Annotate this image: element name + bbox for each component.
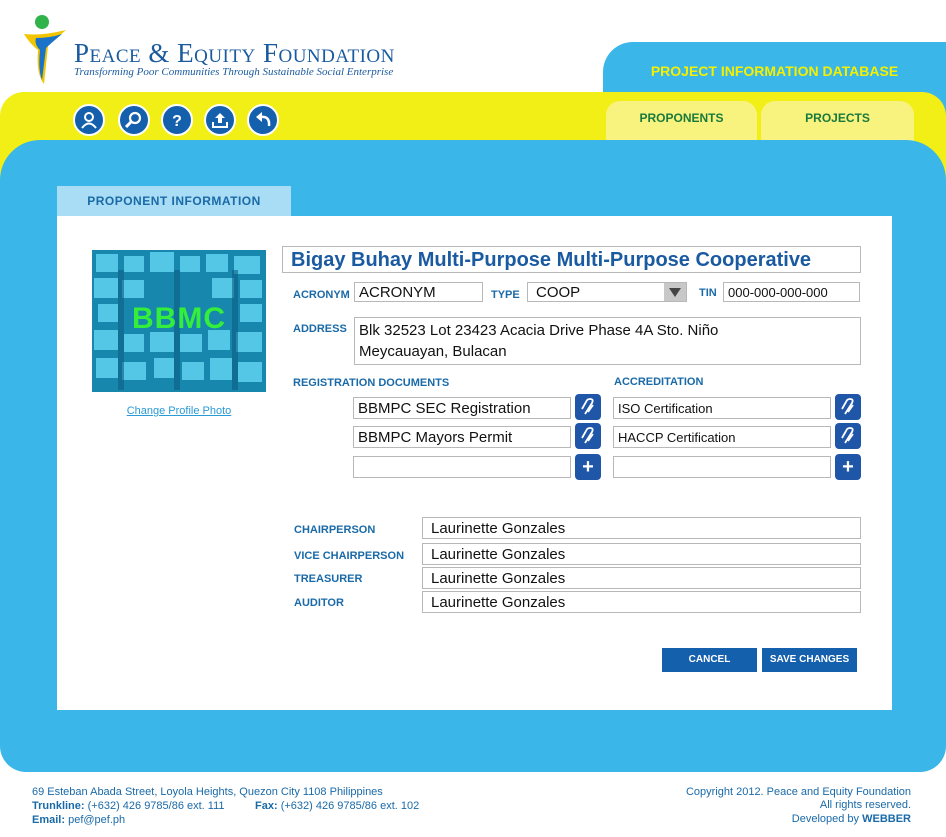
footer-developer: Developed by WEBBER — [792, 813, 911, 825]
paperclip-icon — [841, 398, 854, 415]
email-value[interactable]: pef@pef.ph — [68, 814, 125, 826]
developer-name[interactable]: WEBBER — [862, 813, 911, 825]
svg-text:?: ? — [172, 113, 182, 130]
registration-label: REGISTRATION DOCUMENTS — [293, 377, 450, 389]
type-label: TYPE — [491, 289, 520, 301]
upload-icon — [212, 113, 228, 128]
acronym-field[interactable]: ACRONYM — [354, 282, 483, 302]
tin-label: TIN — [699, 287, 717, 299]
photo-text: BBMC — [132, 302, 226, 335]
proponent-name-field[interactable]: Bigay Buhay Multi-Purpose Multi-Purpose … — [282, 246, 861, 273]
tab-projects[interactable]: PROJECTS — [761, 101, 914, 141]
tin-field[interactable]: 000-000-000-000 — [723, 282, 860, 302]
treasurer-field[interactable]: Laurinette Gonzales — [422, 567, 861, 589]
address-line-1: Blk 32523 Lot 23423 Acacia Drive Phase 4… — [359, 322, 719, 339]
fax-label: Fax: — [255, 800, 278, 812]
footer-rights: All rights reserved. — [819, 799, 911, 811]
chevron-down-icon — [664, 283, 686, 301]
address-field[interactable]: Blk 32523 Lot 23423 Acacia Drive Phase 4… — [354, 317, 861, 365]
attach-button[interactable] — [575, 394, 601, 420]
profile-photo: BBMC — [92, 250, 266, 392]
officer-role-label: AUDITOR — [294, 597, 344, 609]
type-value: COOP — [536, 284, 581, 301]
footer-trunkline: Trunkline: (+632) 426 9785/86 ext. 111 — [32, 800, 225, 812]
tab-proponents[interactable]: PROPONENTS — [606, 101, 757, 141]
back-icon — [256, 112, 271, 127]
officer-role-label: CHAIRPERSON — [294, 524, 376, 536]
paperclip-icon — [581, 398, 594, 415]
auditor-field[interactable]: Laurinette Gonzales — [422, 591, 861, 613]
footer-address: 69 Esteban Abada Street, Loyola Heights,… — [32, 786, 383, 798]
officer-role-label: VICE CHAIRPERSON — [294, 550, 405, 562]
address-label: ADDRESS — [293, 323, 347, 335]
add-accreditation-button[interactable]: + — [835, 454, 861, 480]
panel-tab[interactable]: PROPONENT INFORMATION — [57, 186, 291, 216]
attach-button[interactable] — [835, 394, 861, 420]
accreditation-label: ACCREDITATION — [614, 376, 704, 388]
accreditation-doc-new[interactable] — [613, 456, 831, 478]
plus-icon: + — [842, 456, 854, 478]
accreditation-doc-1[interactable]: ISO Certification — [613, 397, 831, 419]
change-photo-link[interactable]: Change Profile Photo — [92, 405, 266, 417]
attach-button[interactable] — [575, 423, 601, 449]
trunkline-label: Trunkline: — [32, 800, 85, 812]
back-button[interactable] — [247, 104, 279, 136]
registration-doc-1[interactable]: BBMPC SEC Registration — [353, 397, 571, 419]
user-icon — [81, 112, 97, 129]
registration-doc-2[interactable]: BBMPC Mayors Permit — [353, 426, 571, 448]
address-line-2: Meycauayan, Bulacan — [359, 343, 507, 360]
acronym-label: ACRONYM — [293, 289, 350, 301]
save-button[interactable]: SAVE CHANGES — [762, 648, 857, 672]
registration-doc-new[interactable] — [353, 456, 571, 478]
officer-role-label: TREASURER — [294, 573, 363, 585]
help-button[interactable]: ? — [161, 104, 193, 136]
vice-chairperson-field[interactable]: Laurinette Gonzales — [422, 543, 861, 565]
footer-copyright: Copyright 2012. Peace and Equity Foundat… — [685, 786, 911, 798]
search-button[interactable] — [118, 104, 150, 136]
org-tagline: Transforming Poor Communities Through Su… — [74, 66, 394, 78]
foundation-logo — [22, 14, 70, 86]
search-icon — [124, 111, 142, 129]
help-icon: ? — [172, 113, 182, 130]
plus-icon: + — [582, 456, 594, 478]
footer-email: Email: pef@pef.ph — [32, 814, 125, 826]
org-name: Peace & Equity Foundation — [74, 38, 395, 68]
paperclip-icon — [841, 427, 854, 444]
accreditation-doc-2[interactable]: HACCP Certification — [613, 426, 831, 448]
chairperson-field[interactable]: Laurinette Gonzales — [422, 517, 861, 539]
cancel-button[interactable]: CANCEL — [662, 648, 757, 672]
attach-button[interactable] — [835, 423, 861, 449]
upload-button[interactable] — [204, 104, 236, 136]
email-label: Email: — [32, 814, 66, 826]
database-title: PROJECT INFORMATION DATABASE — [650, 63, 899, 79]
developed-by-label: Developed by — [791, 813, 860, 825]
trunkline-value: (+632) 426 9785/86 ext. 111 — [87, 800, 225, 812]
footer-fax: Fax: (+632) 426 9785/86 ext. 102 — [255, 800, 419, 812]
user-button[interactable] — [73, 104, 105, 136]
add-registration-button[interactable]: + — [575, 454, 601, 480]
paperclip-icon — [581, 427, 594, 444]
fax-value: (+632) 426 9785/86 ext. 102 — [280, 800, 420, 812]
type-select[interactable]: COOP — [527, 282, 687, 302]
